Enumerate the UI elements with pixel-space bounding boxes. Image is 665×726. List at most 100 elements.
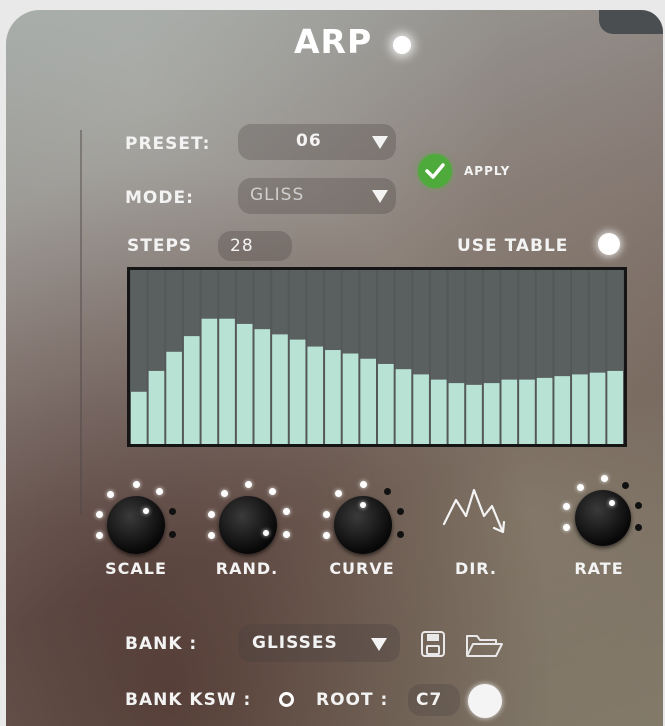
step-bar[interactable] <box>395 369 412 444</box>
scale-led <box>96 511 103 518</box>
step-bar[interactable] <box>272 334 288 444</box>
rate-led <box>635 524 642 531</box>
corner-tab <box>599 10 663 34</box>
direction-button[interactable] <box>440 486 512 544</box>
step-bar[interactable] <box>183 336 200 444</box>
step-bar[interactable] <box>236 323 253 444</box>
scale-led <box>169 508 176 515</box>
apply-button[interactable] <box>418 154 452 188</box>
curve-led <box>335 490 342 497</box>
chevron-down-icon <box>372 136 388 149</box>
step-bar[interactable] <box>448 383 465 444</box>
root-field[interactable]: C7 <box>408 684 460 716</box>
preset-label: PRESET: <box>125 134 211 154</box>
step-bar[interactable] <box>166 351 182 444</box>
step-bar[interactable] <box>378 363 394 444</box>
bank-ksw-label: BANK KSW : <box>125 690 252 710</box>
curve-led <box>397 531 404 538</box>
step-bar[interactable] <box>131 391 147 444</box>
step-bar[interactable] <box>554 376 571 444</box>
rand-led <box>208 532 215 539</box>
rate-led <box>601 475 608 482</box>
preset-dropdown[interactable]: 06 <box>238 124 396 160</box>
folder-open-icon <box>466 635 503 657</box>
step-bar[interactable] <box>148 370 165 444</box>
curve-led <box>397 508 404 515</box>
steps-label: STEPS <box>127 236 193 256</box>
step-bar[interactable] <box>289 339 306 444</box>
scale-led <box>107 491 114 498</box>
chevron-down-icon <box>372 190 388 203</box>
curve-label: CURVE <box>329 559 395 578</box>
scale-led <box>156 488 163 495</box>
steps-field[interactable]: 28 <box>218 231 292 261</box>
bank-label: BANK : <box>125 634 198 654</box>
step-bar[interactable] <box>201 318 218 444</box>
step-bar[interactable] <box>536 377 553 444</box>
side-divider <box>80 130 82 515</box>
step-bar[interactable] <box>430 379 447 444</box>
bank-dropdown[interactable]: GLISSES <box>238 624 400 662</box>
root-knob[interactable] <box>468 684 502 718</box>
step-bar[interactable] <box>607 370 623 444</box>
step-bar[interactable] <box>572 374 588 444</box>
rate-label: RATE <box>574 559 624 578</box>
mode-label: MODE: <box>125 188 194 208</box>
root-value: C7 <box>416 690 443 710</box>
mode-dropdown[interactable]: GLISS <box>238 178 396 214</box>
curve-knob-indicator <box>360 502 366 508</box>
step-bar[interactable] <box>519 379 535 444</box>
rate-led <box>563 524 570 531</box>
curve-knob[interactable] <box>334 496 392 554</box>
rand-led <box>221 490 228 497</box>
curve-led <box>323 511 330 518</box>
bank-ksw-toggle[interactable] <box>279 692 294 707</box>
step-bar[interactable] <box>413 374 429 444</box>
rand-knob[interactable] <box>219 496 277 554</box>
scale-led <box>96 532 103 539</box>
rate-led <box>635 502 642 509</box>
rand-led <box>283 531 290 538</box>
rate-led <box>577 484 584 491</box>
save-bank-button[interactable] <box>420 630 446 662</box>
rate-knob[interactable] <box>575 490 631 546</box>
step-bar[interactable] <box>325 350 341 444</box>
step-bar[interactable] <box>219 318 235 444</box>
mode-value: GLISS <box>250 185 305 205</box>
curve-led <box>384 488 391 495</box>
check-icon <box>425 163 445 179</box>
save-icon <box>421 631 445 657</box>
scale-label: SCALE <box>105 559 167 578</box>
use-table-toggle[interactable] <box>598 233 620 255</box>
scale-led <box>133 481 140 488</box>
step-bar[interactable] <box>501 379 518 444</box>
scale-knob[interactable] <box>107 496 165 554</box>
rate-knob-indicator <box>609 500 615 506</box>
rate-led <box>563 503 570 510</box>
step-bar[interactable] <box>342 353 359 444</box>
zigzag-arrow-icon <box>442 488 506 534</box>
open-bank-button[interactable] <box>464 632 504 664</box>
step-bar[interactable] <box>483 383 500 444</box>
scale-knob-indicator <box>143 508 149 514</box>
step-bar[interactable] <box>307 346 324 444</box>
steps-value: 28 <box>230 236 254 256</box>
root-label: ROOT : <box>316 690 389 710</box>
arp-power-led[interactable] <box>393 36 411 54</box>
rand-label: RAND. <box>215 559 279 578</box>
step-bar[interactable] <box>254 329 271 444</box>
rand-led <box>269 488 276 495</box>
bank-value: GLISSES <box>252 633 338 653</box>
rand-led <box>245 481 252 488</box>
step-bar[interactable] <box>360 358 376 444</box>
rate-led <box>622 482 629 489</box>
rand-knob-indicator <box>263 530 269 536</box>
preset-value: 06 <box>296 131 322 151</box>
step-table[interactable] <box>127 267 627 447</box>
step-bar[interactable] <box>466 384 482 444</box>
apply-label: APPLY <box>464 164 511 178</box>
curve-led <box>323 532 330 539</box>
rand-led <box>208 511 215 518</box>
step-table-bars <box>131 270 623 444</box>
step-bar[interactable] <box>589 372 606 444</box>
